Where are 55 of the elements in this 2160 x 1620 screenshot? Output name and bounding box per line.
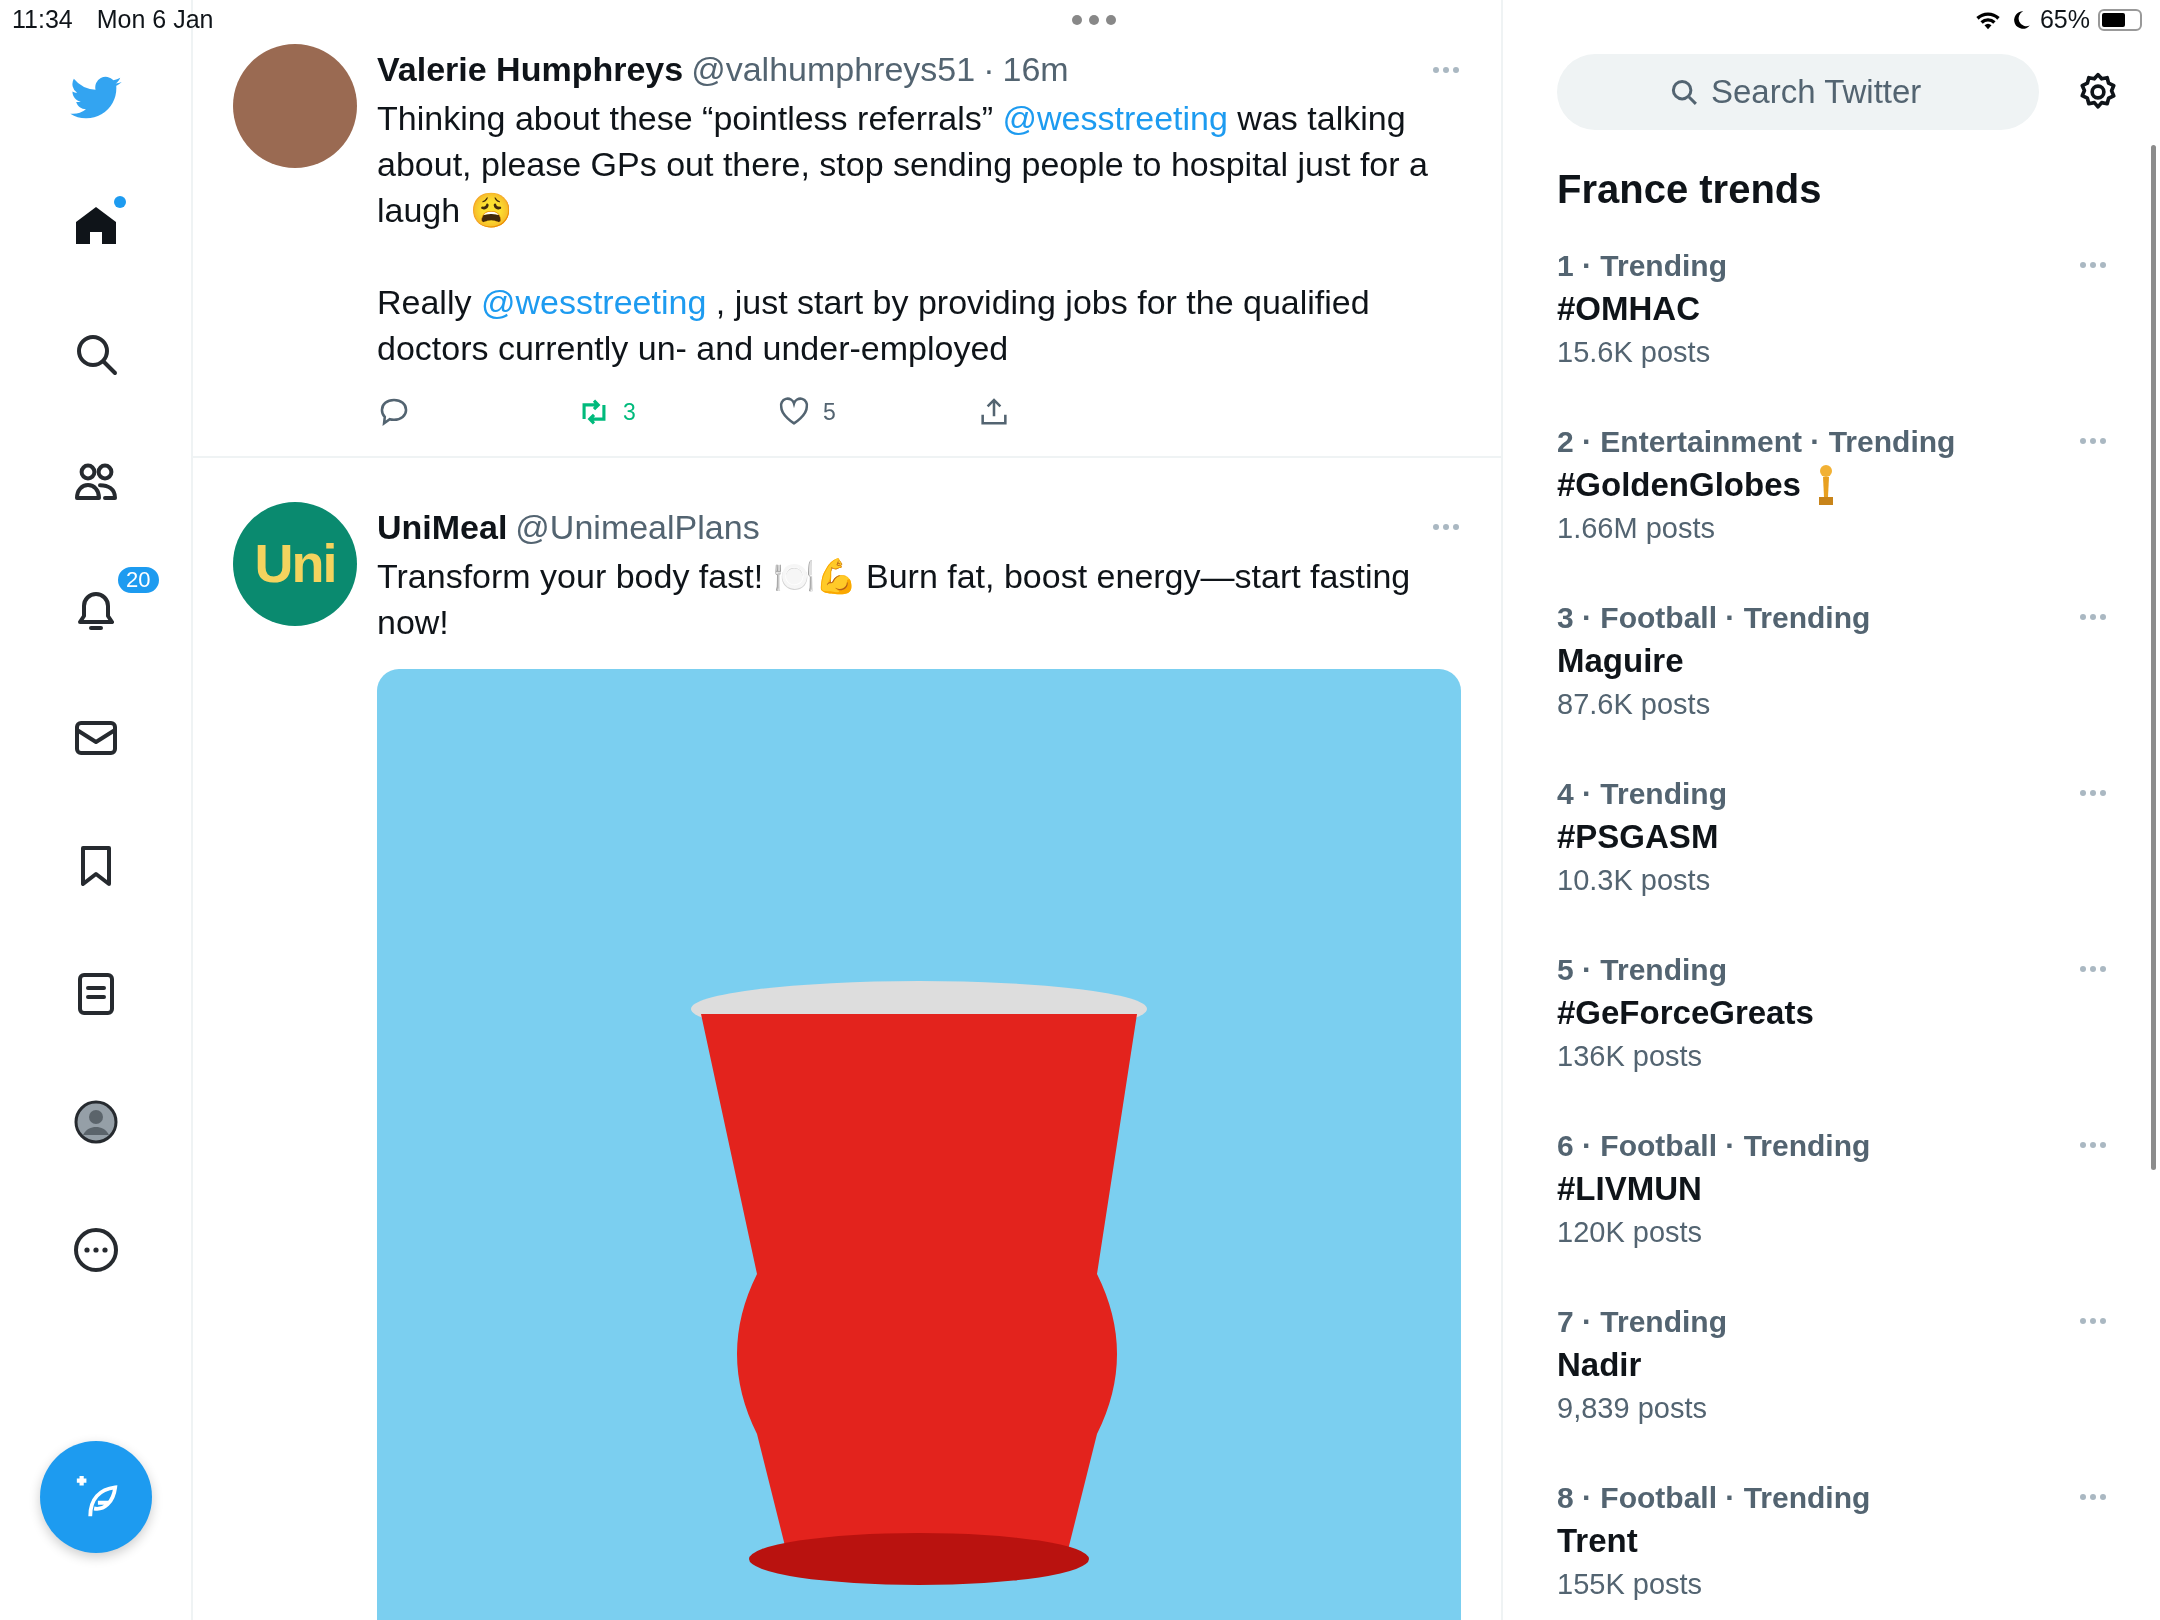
search-field[interactable]: Search Twitter — [1557, 54, 2039, 130]
post-count: 1.66M posts — [1557, 511, 1715, 546]
trend-category: 6 · Football · Trending — [1557, 1128, 1871, 1164]
trend-name[interactable]: Nadir — [1557, 1342, 1642, 1388]
more-options-icon[interactable] — [1431, 64, 1461, 75]
multitask-dots-icon[interactable] — [1070, 14, 1117, 26]
trend-category: 2 · Entertainment · Trending — [1557, 424, 1956, 460]
author-handle[interactable]: @valhumphreys51 — [691, 44, 976, 95]
like-button[interactable]: 5 — [777, 395, 977, 430]
trend-name[interactable]: #LIVMUN — [1557, 1166, 1702, 1212]
trend-category: 3 · Football · Trending — [1557, 600, 1871, 636]
separator-dot: · — [983, 49, 995, 90]
more-options-icon[interactable] — [1431, 522, 1461, 532]
more-options-icon[interactable] — [2078, 612, 2108, 622]
author-handle[interactable]: @UnimealPlans — [515, 501, 760, 553]
author-name[interactable]: UniMeal — [377, 501, 508, 553]
tweet-image[interactable] — [377, 668, 1461, 1620]
battery-percentage: 65% — [2039, 4, 2090, 36]
compose-button[interactable] — [40, 1441, 152, 1553]
trend-category: 5 · Trending — [1557, 952, 1727, 988]
status-date: Mon 6 Jan — [96, 4, 214, 36]
author-name[interactable]: Valerie Humphreys — [377, 44, 684, 95]
trend-name[interactable]: Maguire — [1557, 638, 1684, 684]
post-count: 136K posts — [1557, 1039, 1703, 1074]
more-options-icon[interactable] — [2078, 1140, 2108, 1150]
trend-category: 4 · Trending — [1557, 776, 1727, 812]
trend-name[interactable]: #OMHAC — [1557, 286, 1700, 332]
tweet-text: Really @wesstreeting , just start by providing jobs for the qualified doctors currently un- and under-employed — [377, 282, 1371, 369]
more-options-icon[interactable] — [2078, 964, 2108, 974]
post-count: 9,839 posts — [1557, 1391, 1707, 1426]
tweet-time: 16m — [1002, 49, 1069, 90]
post-count: 120K posts — [1557, 1215, 1703, 1250]
more-options-icon[interactable] — [2078, 788, 2108, 798]
trend-name[interactable]: #PSGASM — [1557, 814, 1719, 860]
battery-icon — [2098, 9, 2142, 31]
trend-category: 1 · Trending — [1557, 248, 1727, 284]
post-count: 87.6K posts — [1557, 687, 1711, 722]
more-icon[interactable] — [71, 1226, 120, 1274]
tweet-text: Thinking about these “pointless referrals” @wesstreeting was talking about, please GPs out there, stop sending people to hospital just for a laugh 😩 — [377, 98, 1429, 231]
search-icon — [1669, 77, 1699, 107]
more-options-icon[interactable] — [2078, 260, 2108, 270]
post-count: 155K posts — [1557, 1567, 1703, 1602]
trend-category: 7 · Trending — [1557, 1304, 1727, 1340]
status-time: 11:34 — [12, 4, 73, 36]
more-options-icon[interactable] — [2078, 436, 2108, 446]
trend-name[interactable]: Trent — [1557, 1518, 1638, 1564]
tweet-text: Transform your body fast! 🍽💪 Burn fat, boost energy—start fasting now! — [377, 555, 1412, 643]
trend-name[interactable]: #GoldenGlobes — [1557, 462, 1801, 508]
more-options-icon[interactable] — [2078, 1492, 2108, 1502]
trend-name[interactable]: #GeForceGreats — [1557, 990, 1814, 1036]
more-options-icon[interactable] — [2078, 1316, 2108, 1326]
post-count: 10.3K posts — [1557, 863, 1711, 898]
section-heading: France trends — [1557, 166, 1823, 212]
trend-category: 8 · Football · Trending — [1557, 1480, 1871, 1516]
post-count: 15.6K posts — [1557, 335, 1711, 370]
